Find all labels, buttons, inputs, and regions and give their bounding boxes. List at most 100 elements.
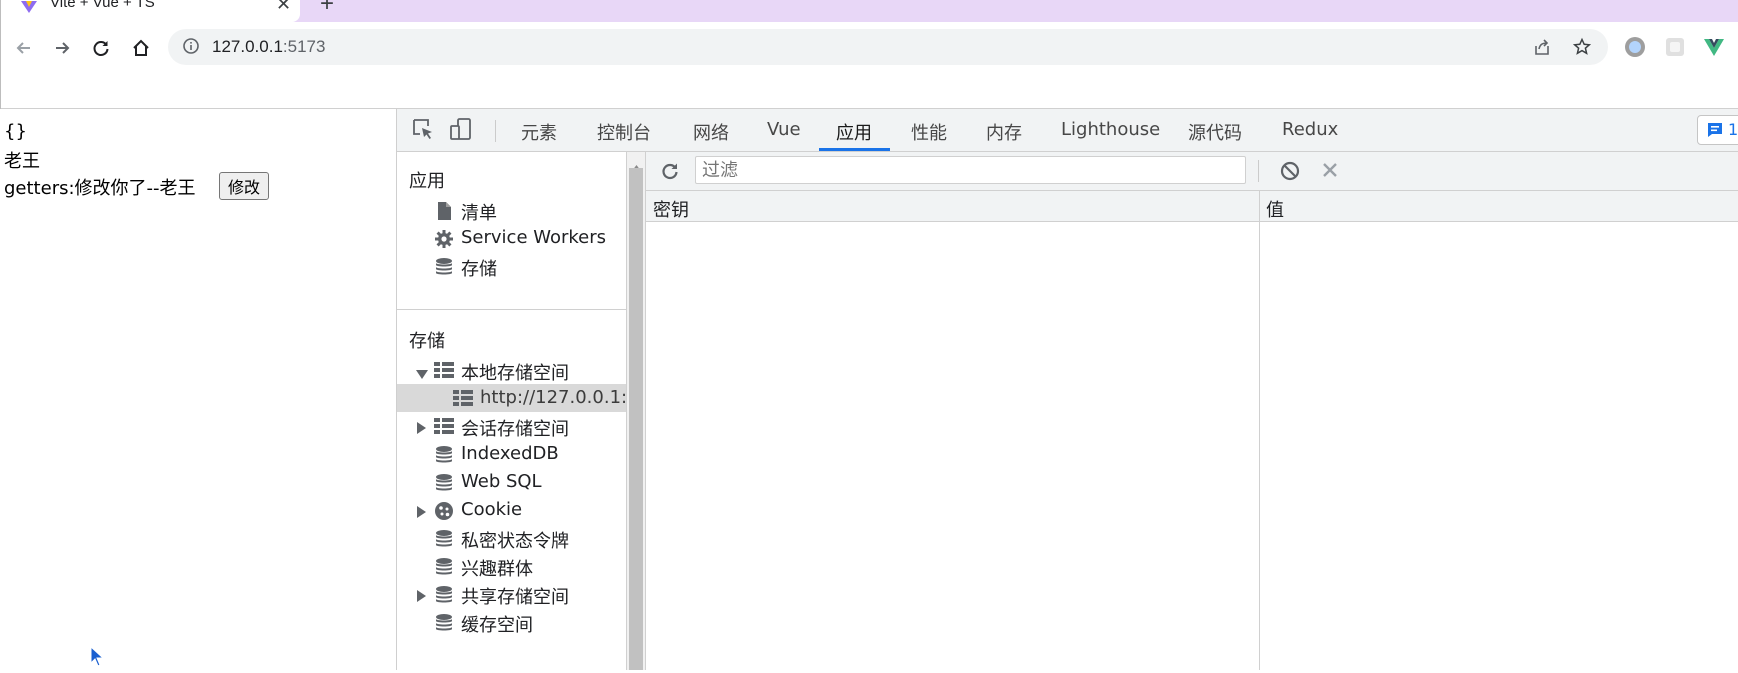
- sidebar-item-web-sql[interactable]: Web SQL: [397, 468, 626, 496]
- tab-console[interactable]: 控制台: [597, 119, 651, 145]
- sidebar-item-label: http://127.0.0.1:5: [480, 387, 639, 408]
- cookie-icon: [434, 501, 454, 525]
- vite-favicon-icon: [20, 0, 38, 18]
- scrollbar-thumb[interactable]: [629, 168, 643, 670]
- forward-icon[interactable]: [48, 34, 76, 62]
- tab-application[interactable]: 应用: [836, 119, 872, 145]
- sidebar-separator: [397, 309, 626, 310]
- extension-puzzle-icon[interactable]: [1664, 36, 1686, 63]
- active-tab-indicator: [819, 148, 890, 151]
- sidebar-item-label: 私密状态令牌: [461, 531, 569, 552]
- state-json-text: {}: [4, 121, 27, 142]
- sidebar-item-local-storage[interactable]: 本地存储空间: [397, 356, 626, 384]
- url-host: 127.0.0.1: [212, 37, 283, 56]
- database-icon: [434, 585, 454, 609]
- collapsed-arrow-icon[interactable]: [417, 503, 427, 522]
- sidebar-item-label: IndexedDB: [461, 443, 559, 464]
- sidebar-item-session-storage[interactable]: 会话存储空间: [397, 412, 626, 440]
- sidebar-header-app: 应用: [409, 171, 445, 192]
- value-column-header[interactable]: 值: [1266, 196, 1284, 222]
- delete-selected-icon[interactable]: [1321, 161, 1339, 183]
- extension-circle-icon[interactable]: [1624, 36, 1646, 63]
- site-info-icon[interactable]: [182, 37, 200, 60]
- clear-all-block-icon[interactable]: [1280, 161, 1300, 185]
- sidebar-item-label: Cookie: [461, 499, 523, 520]
- filter-input[interactable]: [695, 156, 1246, 184]
- sidebar-item-private-state-tokens[interactable]: 私密状态令牌: [397, 524, 626, 552]
- database-icon: [434, 557, 454, 581]
- key-column-header[interactable]: 密钥: [653, 196, 689, 222]
- file-icon: [435, 201, 453, 225]
- database-icon: [434, 529, 454, 553]
- mouse-cursor-icon: [90, 645, 105, 673]
- tab-performance[interactable]: 性能: [911, 119, 947, 145]
- issues-count: 1: [1728, 120, 1738, 139]
- issues-message-icon: [1706, 121, 1724, 143]
- tab-strip: Vite + Vue + TS ✕ +: [0, 0, 1738, 22]
- share-icon[interactable]: [1532, 37, 1552, 62]
- refresh-icon[interactable]: [660, 161, 680, 185]
- sidebar-item-local-storage-origin[interactable]: http://127.0.0.1:5: [397, 384, 639, 412]
- sidebar-item-interest-groups[interactable]: 兴趣群体: [397, 552, 626, 580]
- tab-sources[interactable]: 源代码: [1188, 119, 1242, 145]
- tab-redux[interactable]: Redux: [1282, 119, 1338, 140]
- sidebar-header-storage: 存储: [409, 331, 445, 352]
- database-icon: [434, 473, 454, 497]
- collapsed-arrow-icon[interactable]: [417, 419, 427, 438]
- page-viewport: {} 老王 getters:修改你了--老王 修改: [0, 109, 396, 670]
- sidebar-item-cache-storage[interactable]: 缓存空间: [397, 608, 626, 636]
- table-icon: [434, 361, 454, 383]
- tab-title: Vite + Vue + TS: [50, 0, 155, 11]
- column-divider[interactable]: [1259, 191, 1260, 670]
- database-icon: [434, 445, 454, 469]
- tab-memory[interactable]: 内存: [986, 119, 1022, 145]
- bookmark-star-icon[interactable]: [1572, 37, 1592, 62]
- sidebar-item-label: 兴趣群体: [461, 559, 533, 580]
- name-text: 老王: [4, 151, 40, 172]
- devtools-tab-bar: 元素 控制台 网络 Vue 应用 性能 内存 Lighthouse 源代码 Re…: [397, 109, 1738, 152]
- sidebar-item-storage-overview[interactable]: 存储: [397, 252, 626, 280]
- sidebar-item-manifest[interactable]: 清单: [397, 196, 626, 224]
- edit-button[interactable]: 修改: [219, 172, 270, 200]
- close-tab-icon[interactable]: ✕: [276, 0, 291, 15]
- sidebar-item-label: Service Workers: [461, 227, 607, 248]
- getters-text: getters:修改你了--老王: [4, 178, 196, 199]
- vue-devtools-icon[interactable]: [1703, 36, 1725, 63]
- tab-network[interactable]: 网络: [693, 119, 729, 145]
- application-sidebar: 应用 清单 Service Workers 存储 存储 本地存储空间 http:…: [397, 152, 639, 670]
- issues-badge[interactable]: 1: [1697, 115, 1738, 145]
- address-bar[interactable]: 127.0.0.1:5173: [168, 29, 1608, 65]
- storage-toolbar: [646, 152, 1738, 191]
- url-port: :5173: [282, 37, 326, 56]
- gear-icon: [434, 229, 454, 253]
- sidebar-item-cookies[interactable]: Cookie: [397, 496, 626, 524]
- tab-lighthouse[interactable]: Lighthouse: [1061, 119, 1160, 140]
- tab-vue[interactable]: Vue: [767, 119, 801, 140]
- browser-tab[interactable]: Vite + Vue + TS ✕: [0, 0, 300, 22]
- url-text: 127.0.0.1:5173: [212, 37, 325, 57]
- tab-elements[interactable]: 元素: [521, 119, 557, 145]
- sidebar-item-label: 本地存储空间: [461, 363, 569, 384]
- new-tab-button[interactable]: +: [320, 0, 334, 18]
- toolbar-separator: [1258, 160, 1259, 182]
- back-icon[interactable]: [10, 34, 38, 62]
- table-icon: [434, 417, 454, 439]
- sidebar-item-shared-storage[interactable]: 共享存储空间: [397, 580, 626, 608]
- device-toolbar-icon[interactable]: [449, 117, 473, 145]
- sidebar-item-label: 缓存空间: [461, 615, 533, 636]
- devtools-panel: 元素 控制台 网络 Vue 应用 性能 内存 Lighthouse 源代码 Re…: [396, 109, 1738, 670]
- expanded-arrow-icon[interactable]: [416, 365, 428, 384]
- reload-icon[interactable]: [87, 34, 115, 62]
- sidebar-item-label: 共享存储空间: [461, 587, 569, 608]
- inspect-element-icon[interactable]: [411, 117, 435, 145]
- database-icon: [434, 613, 454, 637]
- sidebar-item-indexeddb[interactable]: IndexedDB: [397, 440, 626, 468]
- home-icon[interactable]: [127, 34, 155, 62]
- sidebar-item-label: Web SQL: [461, 471, 542, 492]
- sidebar-scrollbar[interactable]: [627, 152, 646, 670]
- database-icon: [434, 257, 454, 281]
- devtools-tab-separator: [495, 120, 496, 142]
- storage-view: 密钥 值: [646, 152, 1738, 670]
- collapsed-arrow-icon[interactable]: [417, 587, 427, 606]
- sidebar-item-service-workers[interactable]: Service Workers: [397, 224, 626, 252]
